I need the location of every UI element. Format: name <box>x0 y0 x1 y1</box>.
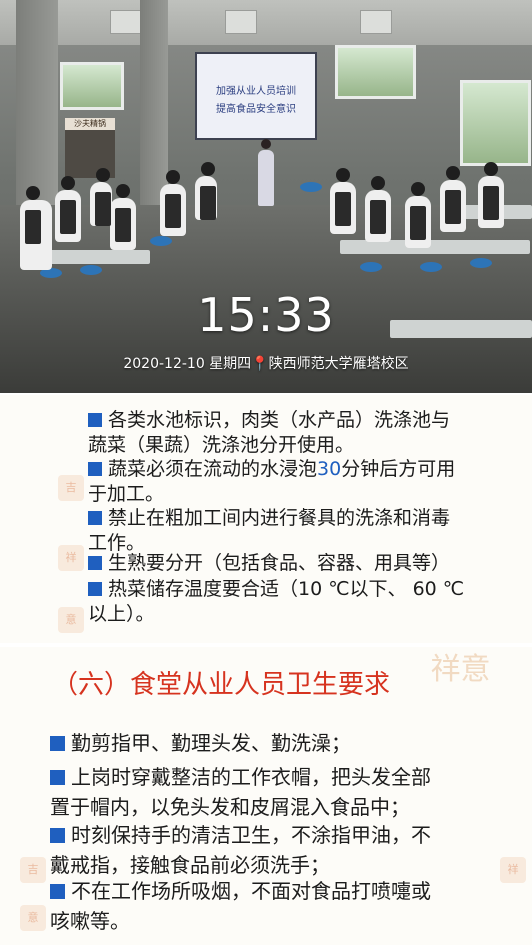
stool <box>470 258 492 268</box>
person <box>195 162 217 220</box>
decor-calligraphy: 祥意 <box>430 652 491 687</box>
presenter <box>258 139 274 206</box>
person <box>55 176 81 242</box>
shop-sign: 沙夫精锅 <box>65 118 115 130</box>
bullet-square-icon <box>88 462 102 476</box>
list-item: 禁止在粗加工间内进行餐具的洗涤和消毒 工作。 <box>88 507 451 554</box>
list-item: 时刻保持手的清洁卫生，不涂指甲油，不 戴戒指，接触食品前必须洗手； <box>50 823 431 877</box>
list-item: 蔬菜必须在流动的水浸泡30分钟后方可用 于加工。 <box>88 458 456 505</box>
list-item: 各类水池标识，肉类（水产品）洗涤池与 蔬菜（果蔬）洗涤池分开使用。 <box>88 409 451 456</box>
timestamp-time: 15:33 <box>197 288 335 342</box>
bullet-square-icon <box>50 828 65 843</box>
projection-screen: 加强从业人员培训 提高食品安全意识 <box>195 52 317 140</box>
stool <box>80 265 102 275</box>
ceiling-light <box>110 10 142 34</box>
timestamp-location: 陕西师范大学雁塔校区 <box>268 356 409 372</box>
timestamp-date: 2020-12-10 <box>123 356 205 372</box>
window <box>60 62 124 110</box>
decor-stamp: 意 <box>58 607 84 633</box>
stool <box>150 236 172 246</box>
person <box>330 168 356 234</box>
decor-stamp: 吉 <box>58 475 84 501</box>
timestamp-caption: 2020-12-10 星期四📍陕西师范大学雁塔校区 <box>0 353 532 373</box>
window <box>460 80 531 166</box>
location-pin-icon: 📍 <box>251 356 269 372</box>
stool <box>360 262 382 272</box>
decor-stamp: 意 <box>20 905 46 931</box>
person <box>440 166 466 232</box>
ceiling-light <box>225 10 257 34</box>
person <box>405 182 431 248</box>
stool <box>300 182 322 192</box>
bullet-square-icon <box>50 770 65 785</box>
canteen-photo: 沙夫精锅 加强从业人员培训 提高食品安全意识 15:33 2020-12-10 … <box>0 0 532 393</box>
person <box>478 162 504 228</box>
window <box>335 45 416 99</box>
bullet-square-icon <box>88 556 102 570</box>
person <box>20 186 52 270</box>
ceiling <box>0 0 532 45</box>
screen-line-1: 加强从业人员培训 <box>216 86 296 97</box>
person <box>160 170 186 236</box>
person <box>90 168 112 226</box>
person <box>365 176 391 242</box>
list-item: 不在工作场所吸烟，不面对食品打喷嚏或 咳嗽等。 <box>50 879 431 933</box>
stool <box>420 262 442 272</box>
ceiling-light <box>360 10 392 34</box>
screen-line-2: 提高食品安全意识 <box>216 104 296 115</box>
list-item: 上岗时穿戴整洁的工作衣帽，把头发全部 置于帽内，以免头发和皮屑混入食品中； <box>50 765 431 819</box>
bullet-square-icon <box>88 413 102 427</box>
timestamp-weekday: 星期四 <box>209 356 252 372</box>
bullet-square-icon <box>50 884 65 899</box>
section-heading: （六）食堂从业人员卫生要求 <box>52 670 391 700</box>
bullet-square-icon <box>88 582 102 596</box>
dining-table <box>340 240 530 254</box>
decor-stamp: 祥 <box>500 857 526 883</box>
list-item: 勤剪指甲、勤理头发、勤洗澡； <box>50 728 351 758</box>
bullet-square-icon <box>50 736 65 751</box>
decor-stamp: 祥 <box>58 545 84 571</box>
bullet-square-icon <box>88 511 102 525</box>
person <box>110 184 136 250</box>
list-item: 生熟要分开（包括食品、容器、用具等） <box>88 551 450 576</box>
list-item: 热菜储存温度要合适（10 ℃以下、 60 ℃ 以上）。 <box>88 578 465 625</box>
decor-stamp: 吉 <box>20 857 46 883</box>
